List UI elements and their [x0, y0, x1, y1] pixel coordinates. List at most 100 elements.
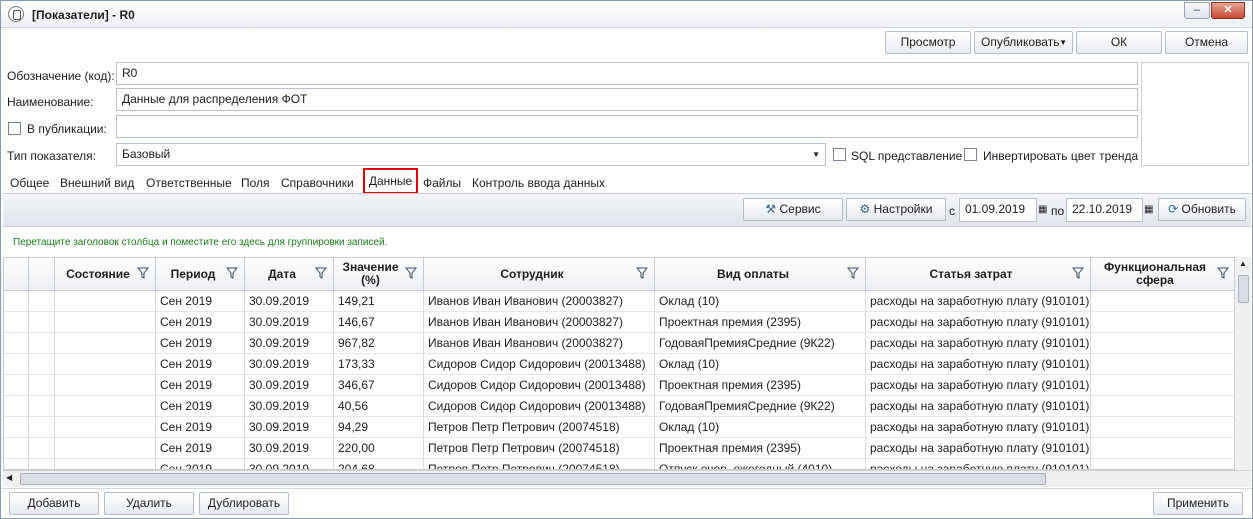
cell-value[interactable]: 967,82 [334, 333, 424, 354]
cell-period[interactable]: Сен 2019 [156, 354, 245, 375]
cell-value[interactable]: 94,29 [334, 417, 424, 438]
row-indicator[interactable] [4, 417, 29, 438]
row-indicator[interactable] [4, 333, 29, 354]
from-date-input[interactable]: 01.09.2019 [959, 198, 1037, 222]
col-employee[interactable]: Сотрудник [424, 258, 655, 291]
cell-date[interactable]: 30.09.2019 [245, 417, 334, 438]
ok-button[interactable]: ОК [1076, 31, 1162, 54]
vertical-scroll-thumb[interactable] [1238, 275, 1249, 303]
cell-employee[interactable]: Сидоров Сидор Сидорович (20013488) [424, 354, 655, 375]
cell-cost-item[interactable]: расходы на заработную плату (910101) [866, 291, 1091, 312]
filter-icon[interactable] [226, 267, 238, 279]
cell-employee[interactable]: Петров Петр Петрович (20074518) [424, 459, 655, 469]
add-button[interactable]: Добавить [9, 492, 99, 515]
cell-cost-item[interactable]: расходы на заработную плату (910101) [866, 375, 1091, 396]
tab-general[interactable]: Общее [10, 176, 49, 190]
filter-icon[interactable] [1217, 267, 1229, 279]
cell-period[interactable]: Сен 2019 [156, 333, 245, 354]
cell-status[interactable] [55, 312, 156, 333]
tab-fields[interactable]: Поля [241, 176, 270, 190]
row-select-cell[interactable] [29, 375, 55, 396]
col-payment-type[interactable]: Вид оплаты [655, 258, 866, 291]
cell-employee[interactable]: Сидоров Сидор Сидорович (20013488) [424, 396, 655, 417]
row-select-cell[interactable] [29, 396, 55, 417]
row-indicator[interactable] [4, 354, 29, 375]
row-indicator[interactable] [4, 375, 29, 396]
filter-icon[interactable] [137, 267, 149, 279]
horizontal-scrollbar[interactable]: ◀ [3, 470, 1251, 487]
cell-payment-type[interactable]: Оклад (10) [655, 417, 866, 438]
col-cost-item[interactable]: Статья затрат [866, 258, 1091, 291]
publication-checkbox[interactable] [8, 122, 21, 135]
cell-payment-type[interactable]: Проектная премия (2395) [655, 438, 866, 459]
row-select-cell[interactable] [29, 354, 55, 375]
delete-button[interactable]: Удалить [104, 492, 194, 515]
service-button[interactable]: ⚒ Сервис [743, 198, 843, 221]
cell-employee[interactable]: Иванов Иван Иванович (20003827) [424, 291, 655, 312]
type-select[interactable]: Базовый ▼ [116, 143, 826, 166]
cell-cost-item[interactable]: расходы на заработную плату (910101) [866, 354, 1091, 375]
horizontal-scroll-thumb[interactable] [20, 473, 1046, 485]
tab-responsible[interactable]: Ответственные [146, 176, 232, 190]
cell-status[interactable] [55, 375, 156, 396]
publish-dropdown-button[interactable]: Опубликовать ▼ [974, 31, 1073, 54]
cell-status[interactable] [55, 291, 156, 312]
cell-value[interactable]: 146,67 [334, 312, 424, 333]
row-indicator[interactable] [4, 459, 29, 469]
cell-employee[interactable]: Иванов Иван Иванович (20003827) [424, 333, 655, 354]
cell-cost-item[interactable]: расходы на заработную плату (910101) [866, 459, 1091, 469]
cell-cost-item[interactable]: расходы на заработную плату (910101) [866, 312, 1091, 333]
cell-payment-type[interactable]: Оклад (10) [655, 354, 866, 375]
invert-checkbox[interactable] [964, 148, 977, 161]
cell-functional-area[interactable] [1091, 417, 1236, 438]
cell-date[interactable]: 30.09.2019 [245, 333, 334, 354]
cancel-button[interactable]: Отмена [1165, 31, 1248, 54]
cell-status[interactable] [55, 396, 156, 417]
cell-payment-type[interactable]: ГодоваяПремияСредние (9К22) [655, 333, 866, 354]
cell-functional-area[interactable] [1091, 291, 1236, 312]
calendar-icon[interactable]: ▦ [1038, 204, 1047, 215]
row-indicator[interactable] [4, 312, 29, 333]
cell-cost-item[interactable]: расходы на заработную плату (910101) [866, 438, 1091, 459]
cell-functional-area[interactable] [1091, 312, 1236, 333]
settings-button[interactable]: ⚙ Настройки [846, 198, 946, 221]
cell-date[interactable]: 30.09.2019 [245, 354, 334, 375]
cell-value[interactable]: 346,67 [334, 375, 424, 396]
col-value[interactable]: Значение (%) [334, 258, 424, 291]
tab-data[interactable]: Данные [363, 168, 418, 194]
cell-value[interactable]: 204,68 [334, 459, 424, 469]
cell-status[interactable] [55, 438, 156, 459]
cell-functional-area[interactable] [1091, 459, 1236, 469]
cell-period[interactable]: Сен 2019 [156, 396, 245, 417]
col-date[interactable]: Дата [245, 258, 334, 291]
row-select-cell[interactable] [29, 291, 55, 312]
filter-icon[interactable] [1072, 267, 1084, 279]
cell-cost-item[interactable]: расходы на заработную плату (910101) [866, 417, 1091, 438]
scroll-left-icon[interactable]: ◀ [6, 473, 12, 482]
col-status[interactable]: Состояние [55, 258, 156, 291]
cell-status[interactable] [55, 333, 156, 354]
refresh-button[interactable]: ⟳ Обновить [1158, 198, 1246, 221]
cell-period[interactable]: Сен 2019 [156, 291, 245, 312]
cell-payment-type[interactable]: Отпуск очер. ежегодный (4010) [655, 459, 866, 469]
cell-functional-area[interactable] [1091, 333, 1236, 354]
col-period[interactable]: Период [156, 258, 245, 291]
cell-date[interactable]: 30.09.2019 [245, 375, 334, 396]
cell-period[interactable]: Сен 2019 [156, 375, 245, 396]
cell-date[interactable]: 30.09.2019 [245, 438, 334, 459]
vertical-scrollbar[interactable]: ▲ [1234, 257, 1251, 470]
cell-period[interactable]: Сен 2019 [156, 417, 245, 438]
cell-value[interactable]: 149,21 [334, 291, 424, 312]
apply-button[interactable]: Применить [1153, 492, 1243, 515]
cell-status[interactable] [55, 459, 156, 469]
cell-employee[interactable]: Петров Петр Петрович (20074518) [424, 417, 655, 438]
cell-payment-type[interactable]: Оклад (10) [655, 291, 866, 312]
filter-icon[interactable] [405, 267, 417, 279]
cell-status[interactable] [55, 417, 156, 438]
cell-employee[interactable]: Иванов Иван Иванович (20003827) [424, 312, 655, 333]
cell-cost-item[interactable]: расходы на заработную плату (910101) [866, 333, 1091, 354]
tab-dictionaries[interactable]: Справочники [281, 176, 354, 190]
row-select-cell[interactable] [29, 312, 55, 333]
cell-date[interactable]: 30.09.2019 [245, 459, 334, 469]
close-button[interactable]: ✕ [1211, 2, 1245, 19]
